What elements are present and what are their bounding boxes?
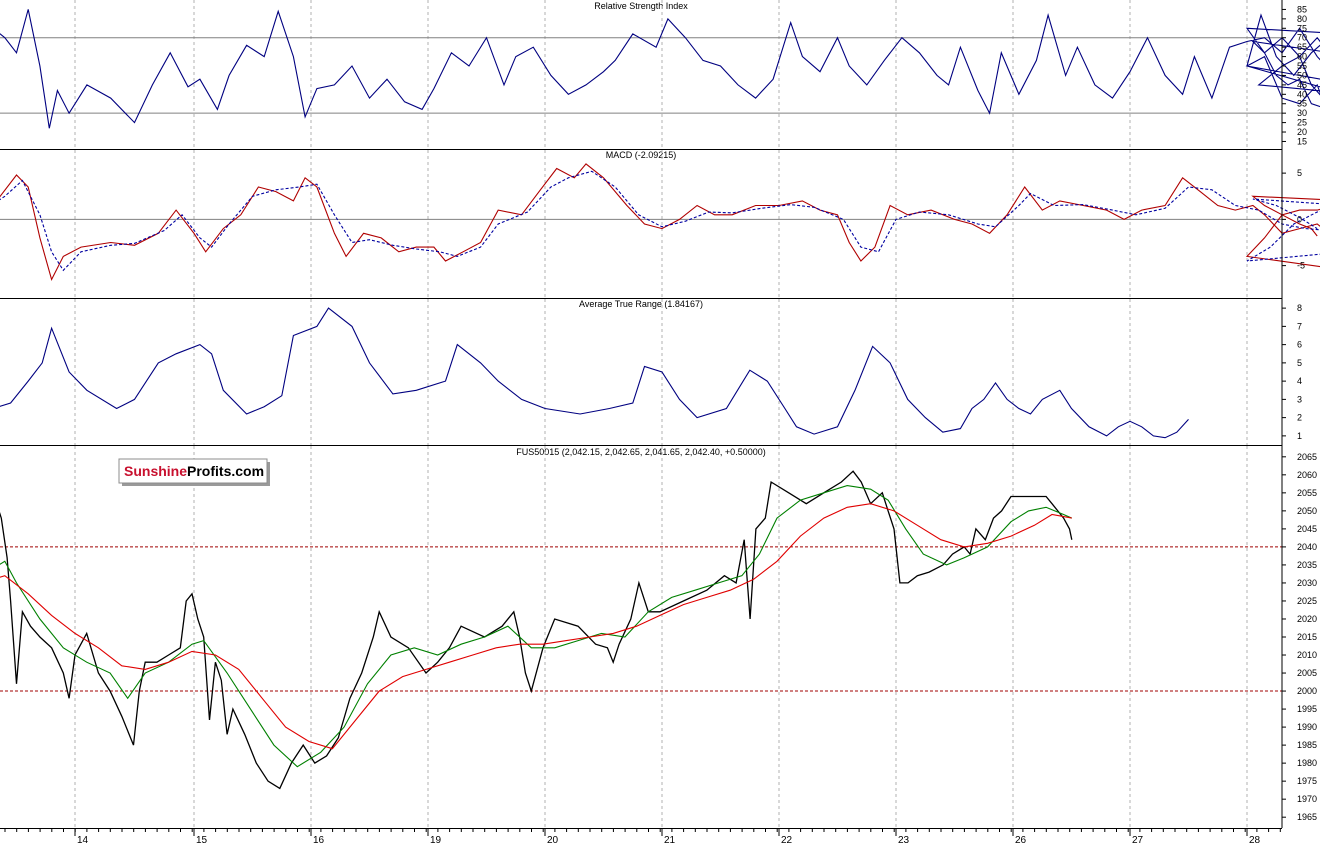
y-tick-label: 3 [1297,394,1302,404]
y-tick-label: 2035 [1297,560,1317,570]
sunshine-profits-logo: SunshineProfits.com [118,458,270,486]
y-tick-label: 40 [1297,89,1307,99]
rsi-panel: Relative Strength Index 1520253035404550… [0,0,1320,149]
y-tick-label: 1990 [1297,722,1317,732]
y-tick-label: 65 [1297,42,1307,52]
panel-frames [0,0,1283,829]
logo-text-sunshine: Sunshine [124,463,187,479]
rsi-y-axis: 152025303540455055606570758085 [1282,4,1307,146]
y-tick-label: 2030 [1297,578,1317,588]
y-tick-label: 2020 [1297,614,1317,624]
date-x-axis: 14 15 16 19 20 21 22 23 26 27 28 [4,828,1281,844]
y-tick-label: 75 [1297,23,1307,33]
y-tick-label: 2045 [1297,524,1317,534]
y-tick-label: 30 [1297,108,1307,118]
y-tick-label: 35 [1297,99,1307,109]
y-tick-label: 5 [1297,358,1302,368]
series-line [0,163,1320,282]
series-line [0,170,1320,272]
rsi-plot [0,9,1320,129]
x-tick-label: 14 [77,835,89,844]
atr-y-axis: 1 2 3 4 5 6 7 8 [1282,303,1302,441]
series-line [0,307,1189,439]
atr-panel: Average True Range (1.84167) 1 2 3 4 5 6 7 8 [0,299,1302,445]
x-tick-label: 21 [664,835,676,844]
y-tick-label: 7 [1297,321,1302,331]
y-tick-label: 55 [1297,61,1307,71]
x-tick-label: 20 [547,835,559,844]
price-panel-title: FUS50015 (2,042.15, 2,042.65, 2,041.65, … [516,447,765,457]
price-grid [0,446,1282,828]
y-tick-label: 85 [1297,4,1307,14]
y-tick-label: 1970 [1297,794,1317,804]
y-tick-label: 2005 [1297,668,1317,678]
y-tick-label: 1965 [1297,812,1317,822]
y-tick-label: 25 [1297,118,1307,128]
price-y-axis: 1965 1970 1975 1980 1985 1990 1995 2000 2005 2010… [1282,452,1317,822]
y-tick-label: 6 [1297,340,1302,350]
macd-plot [0,163,1320,282]
y-tick-label: 45 [1297,80,1307,90]
x-tick-label: 23 [898,835,910,844]
x-tick-label: 28 [1249,835,1261,844]
logo-text: SunshineProfits.com [124,463,264,479]
x-tick-label: 27 [1132,835,1144,844]
y-tick-label: 1995 [1297,704,1317,714]
y-tick-label: 2000 [1297,686,1317,696]
price-panel: FUS50015 (2,042.15, 2,042.65, 2,041.65, … [0,446,1317,828]
price-plot [0,470,1073,790]
macd-panel: MACD (-2.09215) -5 0 5 [0,150,1320,298]
y-tick-label: 2 [1297,413,1302,423]
stock-chart: Relative Strength Index 1520253035404550… [0,0,1320,844]
series-line [0,9,1320,129]
x-tick-label: 19 [430,835,442,844]
y-tick-label: 5 [1297,168,1302,178]
series-line [0,503,1072,750]
rsi-panel-title: Relative Strength Index [594,1,688,11]
series-line [0,470,1073,790]
y-tick-label: 80 [1297,14,1307,24]
y-tick-label: 2010 [1297,650,1317,660]
y-tick-label: 2050 [1297,506,1317,516]
y-tick-label: 2065 [1297,452,1317,462]
y-tick-label: 2025 [1297,596,1317,606]
macd-grid [0,150,1282,298]
y-tick-label: 70 [1297,33,1307,43]
y-tick-label: 8 [1297,303,1302,313]
atr-panel-title: Average True Range (1.84167) [579,299,703,309]
x-tick-label: 22 [781,835,793,844]
macd-panel-title: MACD (-2.09215) [606,150,677,160]
atr-plot [0,307,1189,439]
y-tick-label: -5 [1297,261,1305,271]
y-tick-label: 2040 [1297,542,1317,552]
y-tick-label: 1985 [1297,740,1317,750]
y-tick-label: 0 [1297,214,1302,224]
x-tick-label: 26 [1015,835,1027,844]
x-tick-label: 15 [196,835,208,844]
y-tick-label: 1980 [1297,758,1317,768]
y-tick-label: 60 [1297,52,1307,62]
y-tick-label: 2060 [1297,470,1317,480]
y-tick-label: 1975 [1297,776,1317,786]
y-tick-label: 4 [1297,376,1302,386]
x-tick-label: 16 [313,835,325,844]
series-line [0,485,1073,768]
y-tick-label: 2055 [1297,488,1317,498]
y-tick-label: 15 [1297,136,1307,146]
y-tick-label: 50 [1297,70,1307,80]
y-tick-label: 2015 [1297,632,1317,642]
macd-y-axis: -5 0 5 [1282,168,1305,271]
logo-text-profits: Profits.com [187,463,264,479]
y-tick-label: 1 [1297,431,1302,441]
y-tick-label: 20 [1297,127,1307,137]
